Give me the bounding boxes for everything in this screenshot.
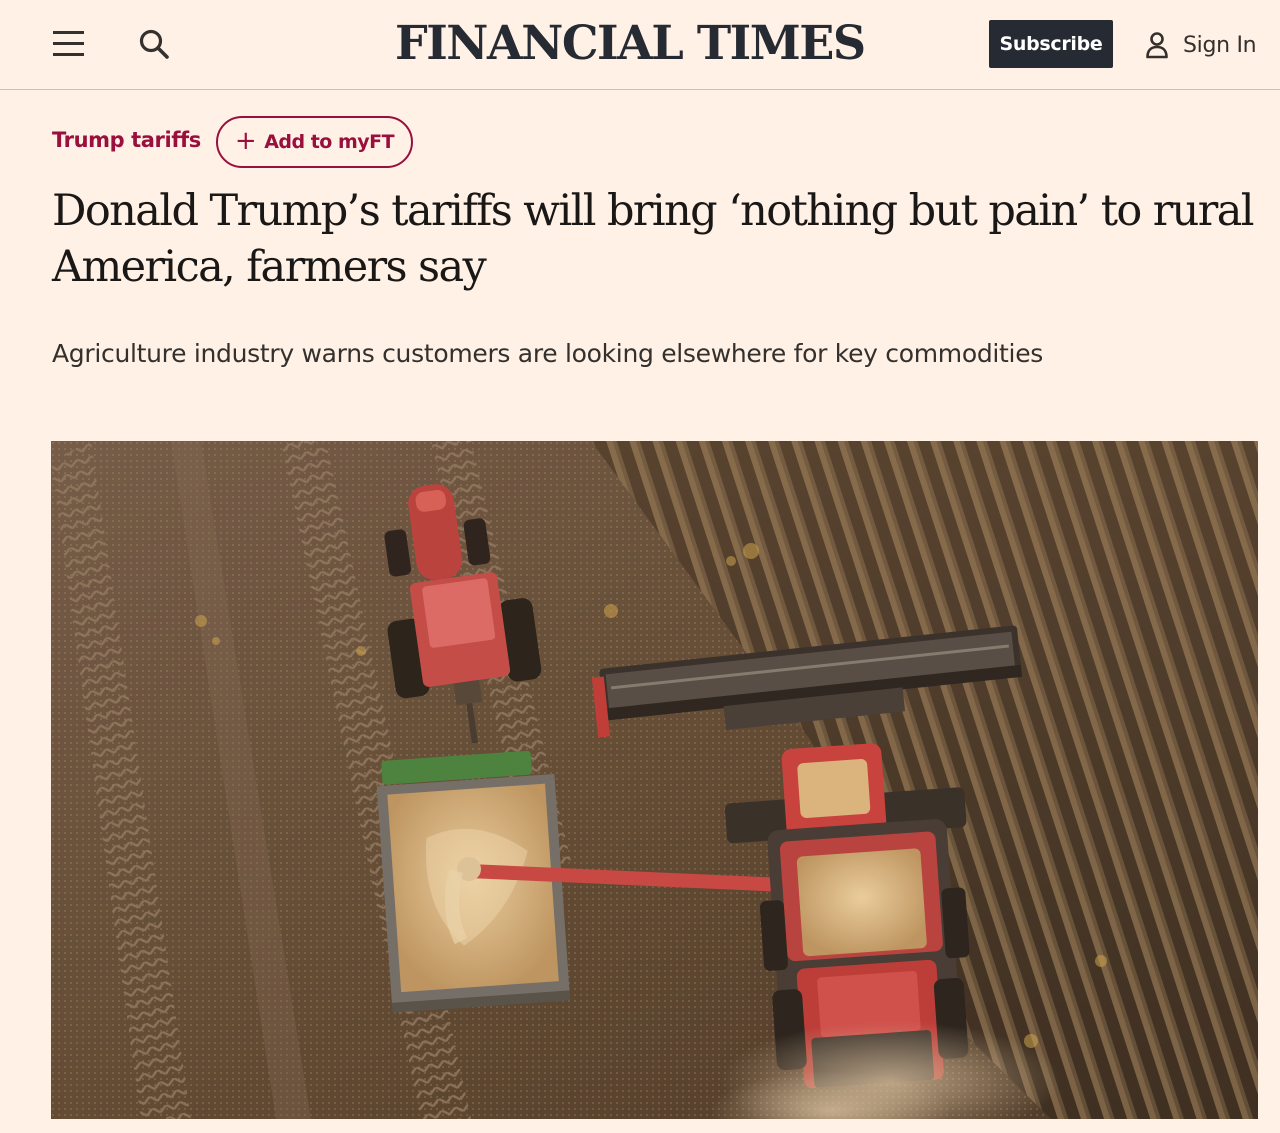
sign-in-label: Sign In [1183, 32, 1257, 58]
sign-in-link[interactable]: Sign In [1145, 26, 1257, 64]
article-headline: Donald Trump’s tariffs will bring ‘nothi… [52, 186, 1255, 292]
image-caption-strip [51, 1124, 1258, 1133]
user-icon [1146, 32, 1168, 59]
subscribe-button[interactable]: Subscribe [989, 20, 1113, 68]
hamburger-menu-icon[interactable] [50, 26, 86, 62]
search-icon[interactable] [134, 24, 174, 64]
article-main-image [51, 441, 1258, 1119]
add-to-myft-label: Add to myFT [264, 131, 395, 153]
add-to-myft-button[interactable]: + Add to myFT [216, 116, 413, 168]
site-header: FINANCIAL TIMES Subscribe Sign In [0, 0, 1280, 90]
plus-icon: + [234, 126, 257, 156]
topic-link[interactable]: Trump tariffs [52, 128, 201, 152]
article-standfirst: Agriculture industry warns customers are… [52, 339, 1044, 368]
ft-logo[interactable]: FINANCIAL TIMES [395, 14, 905, 74]
